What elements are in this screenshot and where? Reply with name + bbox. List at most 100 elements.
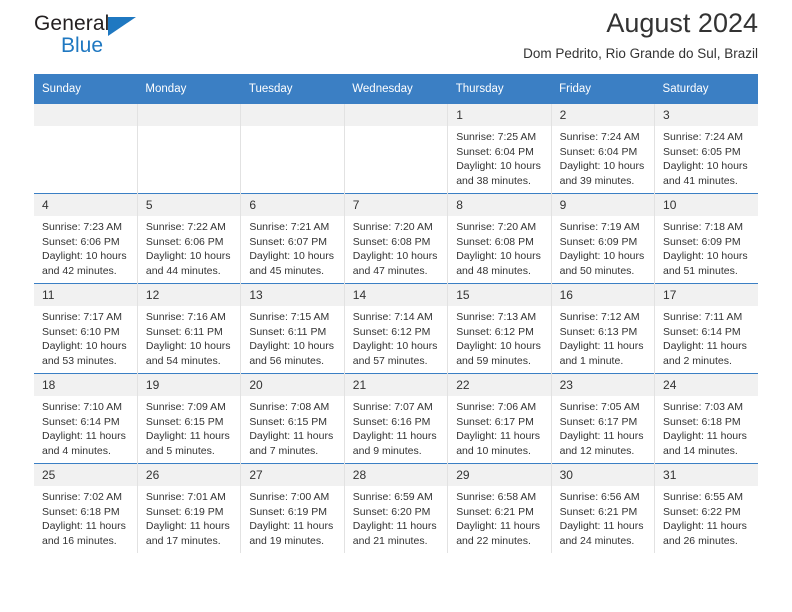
calendar-week-row: 4 Sunrise: 7:23 AM Sunset: 6:06 PM Daylight… bbox=[34, 193, 758, 284]
daylight-text: and 10 minutes. bbox=[456, 444, 531, 457]
daylight-text: Daylight: 10 hours bbox=[352, 250, 438, 263]
daylight-text: Daylight: 10 hours bbox=[249, 340, 334, 353]
daylight-text: Daylight: 10 hours bbox=[249, 250, 334, 263]
daylight-text: Daylight: 11 hours bbox=[352, 520, 437, 533]
day-number: 2 bbox=[551, 104, 655, 126]
day-details bbox=[138, 126, 240, 130]
calendar-day-cell[interactable]: 10 Sunrise: 7:18 AM Sunset: 6:09 PM Dayligh… bbox=[654, 193, 758, 284]
day-details: Sunrise: 7:15 AM Sunset: 6:11 PM Daylight:… bbox=[241, 306, 343, 368]
day-details: Sunrise: 7:22 AM Sunset: 6:06 PM Daylight:… bbox=[138, 216, 240, 278]
sunrise-text: Sunrise: 7:05 AM bbox=[559, 401, 640, 413]
sunrise-text: Sunrise: 7:25 AM bbox=[456, 131, 537, 143]
day-number: 30 bbox=[551, 464, 655, 486]
sunrise-text: Sunrise: 7:20 AM bbox=[352, 221, 433, 233]
sunrise-text: Sunrise: 7:12 AM bbox=[559, 311, 640, 323]
day-number: 14 bbox=[344, 284, 448, 306]
daylight-text: and 50 minutes. bbox=[559, 264, 635, 277]
calendar-day-cell-empty bbox=[137, 104, 242, 194]
daylight-text: Daylight: 10 hours bbox=[145, 250, 231, 263]
sunrise-text: Sunrise: 7:24 AM bbox=[559, 131, 640, 143]
day-number: 7 bbox=[344, 194, 448, 216]
daylight-text: and 7 minutes. bbox=[249, 444, 319, 457]
calendar-day-cell[interactable]: 16 Sunrise: 7:12 AM Sunset: 6:13 PM Dayligh… bbox=[551, 283, 656, 374]
calendar-day-cell[interactable]: 29 Sunrise: 6:58 AM Sunset: 6:21 PM Dayligh… bbox=[447, 463, 552, 553]
calendar-day-cell[interactable]: 28 Sunrise: 6:59 AM Sunset: 6:20 PM Dayligh… bbox=[344, 463, 449, 553]
day-details: Sunrise: 7:09 AM Sunset: 6:15 PM Daylight:… bbox=[138, 396, 240, 458]
calendar-day-cell[interactable]: 7 Sunrise: 7:20 AM Sunset: 6:08 PM Daylight… bbox=[344, 193, 449, 284]
daylight-text: and 51 minutes. bbox=[663, 264, 738, 277]
sunrise-text: Sunrise: 7:21 AM bbox=[249, 221, 330, 233]
daylight-text: Daylight: 11 hours bbox=[663, 520, 747, 533]
calendar-day-cell[interactable]: 3 Sunrise: 7:24 AM Sunset: 6:05 PM Daylight… bbox=[654, 104, 758, 194]
sunrise-text: Sunrise: 7:13 AM bbox=[456, 311, 537, 323]
calendar-day-cell[interactable]: 11 Sunrise: 7:17 AM Sunset: 6:10 PM Dayligh… bbox=[34, 283, 138, 374]
weekday-header-friday: Friday bbox=[551, 74, 655, 104]
daylight-text: and 2 minutes. bbox=[663, 354, 732, 367]
sunrise-text: Sunrise: 7:18 AM bbox=[663, 221, 743, 233]
daylight-text: Daylight: 11 hours bbox=[249, 430, 334, 443]
calendar-day-cell[interactable]: 27 Sunrise: 7:00 AM Sunset: 6:19 PM Dayligh… bbox=[240, 463, 345, 553]
sunset-text: Sunset: 6:07 PM bbox=[249, 235, 327, 248]
calendar-day-cell[interactable]: 12 Sunrise: 7:16 AM Sunset: 6:11 PM Dayligh… bbox=[137, 283, 242, 374]
day-number: 21 bbox=[344, 374, 448, 396]
daylight-text: Daylight: 10 hours bbox=[559, 250, 645, 263]
calendar-day-cell[interactable]: 5 Sunrise: 7:22 AM Sunset: 6:06 PM Daylight… bbox=[137, 193, 242, 284]
day-number: 12 bbox=[137, 284, 241, 306]
calendar-day-cell[interactable]: 31 Sunrise: 6:55 AM Sunset: 6:22 PM Dayligh… bbox=[654, 463, 758, 553]
calendar-day-cell[interactable]: 14 Sunrise: 7:14 AM Sunset: 6:12 PM Dayligh… bbox=[344, 283, 449, 374]
general-blue-logo[interactable]: General Blue bbox=[34, 12, 154, 64]
day-details: Sunrise: 7:00 AM Sunset: 6:19 PM Daylight:… bbox=[241, 486, 343, 548]
calendar-day-cell[interactable]: 25 Sunrise: 7:02 AM Sunset: 6:18 PM Dayligh… bbox=[34, 463, 138, 553]
calendar-day-cell[interactable]: 30 Sunrise: 6:56 AM Sunset: 6:21 PM Dayligh… bbox=[551, 463, 656, 553]
sunset-text: Sunset: 6:16 PM bbox=[352, 415, 431, 428]
sunset-text: Sunset: 6:15 PM bbox=[145, 415, 224, 428]
day-number: 25 bbox=[34, 464, 137, 486]
calendar-day-cell[interactable]: 26 Sunrise: 7:01 AM Sunset: 6:19 PM Dayligh… bbox=[137, 463, 242, 553]
calendar-day-cell[interactable]: 1 Sunrise: 7:25 AM Sunset: 6:04 PM Daylight… bbox=[447, 104, 552, 194]
daylight-text: Daylight: 11 hours bbox=[456, 520, 541, 533]
calendar-day-cell-empty bbox=[344, 104, 449, 194]
calendar-day-cell[interactable]: 6 Sunrise: 7:21 AM Sunset: 6:07 PM Daylight… bbox=[240, 193, 345, 284]
calendar-day-cell[interactable]: 2 Sunrise: 7:24 AM Sunset: 6:04 PM Daylight… bbox=[551, 104, 656, 194]
sunset-text: Sunset: 6:17 PM bbox=[456, 415, 534, 428]
sunset-text: Sunset: 6:19 PM bbox=[249, 505, 327, 518]
calendar-day-cell[interactable]: 8 Sunrise: 7:20 AM Sunset: 6:08 PM Daylight… bbox=[447, 193, 552, 284]
day-details bbox=[34, 126, 137, 130]
daylight-text: Daylight: 10 hours bbox=[42, 250, 127, 263]
day-details: Sunrise: 7:18 AM Sunset: 6:09 PM Daylight:… bbox=[655, 216, 758, 278]
sunset-text: Sunset: 6:04 PM bbox=[559, 145, 638, 158]
daylight-text: Daylight: 10 hours bbox=[663, 160, 748, 173]
day-number: 3 bbox=[655, 104, 758, 126]
calendar-day-cell[interactable]: 22 Sunrise: 7:06 AM Sunset: 6:17 PM Dayligh… bbox=[447, 373, 552, 464]
sunrise-text: Sunrise: 7:02 AM bbox=[42, 491, 122, 503]
calendar-day-cell[interactable]: 15 Sunrise: 7:13 AM Sunset: 6:12 PM Dayligh… bbox=[447, 283, 552, 374]
daylight-text: and 4 minutes. bbox=[42, 444, 111, 457]
daylight-text: and 17 minutes. bbox=[145, 534, 221, 547]
logo-text-general: General bbox=[34, 12, 110, 35]
calendar-day-cell[interactable]: 21 Sunrise: 7:07 AM Sunset: 6:16 PM Dayligh… bbox=[344, 373, 449, 464]
calendar-day-cell[interactable]: 19 Sunrise: 7:09 AM Sunset: 6:15 PM Dayligh… bbox=[137, 373, 242, 464]
sunset-text: Sunset: 6:12 PM bbox=[456, 325, 534, 338]
day-details: Sunrise: 7:24 AM Sunset: 6:04 PM Daylight:… bbox=[552, 126, 654, 188]
calendar-day-cell[interactable]: 9 Sunrise: 7:19 AM Sunset: 6:09 PM Daylight… bbox=[551, 193, 656, 284]
page-subtitle: Dom Pedrito, Rio Grande do Sul, Brazil bbox=[523, 46, 758, 61]
calendar-day-cell[interactable]: 17 Sunrise: 7:11 AM Sunset: 6:14 PM Dayligh… bbox=[654, 283, 758, 374]
daylight-text: Daylight: 11 hours bbox=[663, 430, 747, 443]
day-details: Sunrise: 7:10 AM Sunset: 6:14 PM Daylight:… bbox=[34, 396, 137, 458]
calendar-body: 1 Sunrise: 7:25 AM Sunset: 6:04 PM Daylight… bbox=[34, 104, 758, 553]
day-details: Sunrise: 7:13 AM Sunset: 6:12 PM Daylight:… bbox=[448, 306, 550, 368]
daylight-text: and 1 minute. bbox=[559, 354, 624, 367]
calendar-day-cell-empty bbox=[34, 104, 138, 194]
sunset-text: Sunset: 6:17 PM bbox=[559, 415, 638, 428]
sunset-text: Sunset: 6:15 PM bbox=[249, 415, 327, 428]
sunrise-text: Sunrise: 6:56 AM bbox=[559, 491, 640, 503]
sunrise-text: Sunrise: 6:55 AM bbox=[663, 491, 743, 503]
calendar-day-cell[interactable]: 13 Sunrise: 7:15 AM Sunset: 6:11 PM Dayligh… bbox=[240, 283, 345, 374]
calendar-day-cell[interactable]: 20 Sunrise: 7:08 AM Sunset: 6:15 PM Dayligh… bbox=[240, 373, 345, 464]
calendar-day-cell[interactable]: 24 Sunrise: 7:03 AM Sunset: 6:18 PM Dayligh… bbox=[654, 373, 758, 464]
calendar-day-cell[interactable]: 18 Sunrise: 7:10 AM Sunset: 6:14 PM Dayligh… bbox=[34, 373, 138, 464]
calendar-day-cell[interactable]: 23 Sunrise: 7:05 AM Sunset: 6:17 PM Dayligh… bbox=[551, 373, 656, 464]
calendar-day-cell[interactable]: 4 Sunrise: 7:23 AM Sunset: 6:06 PM Daylight… bbox=[34, 193, 138, 284]
calendar-week-row: 1 Sunrise: 7:25 AM Sunset: 6:04 PM Daylight… bbox=[34, 104, 758, 194]
day-number: 10 bbox=[655, 194, 758, 216]
